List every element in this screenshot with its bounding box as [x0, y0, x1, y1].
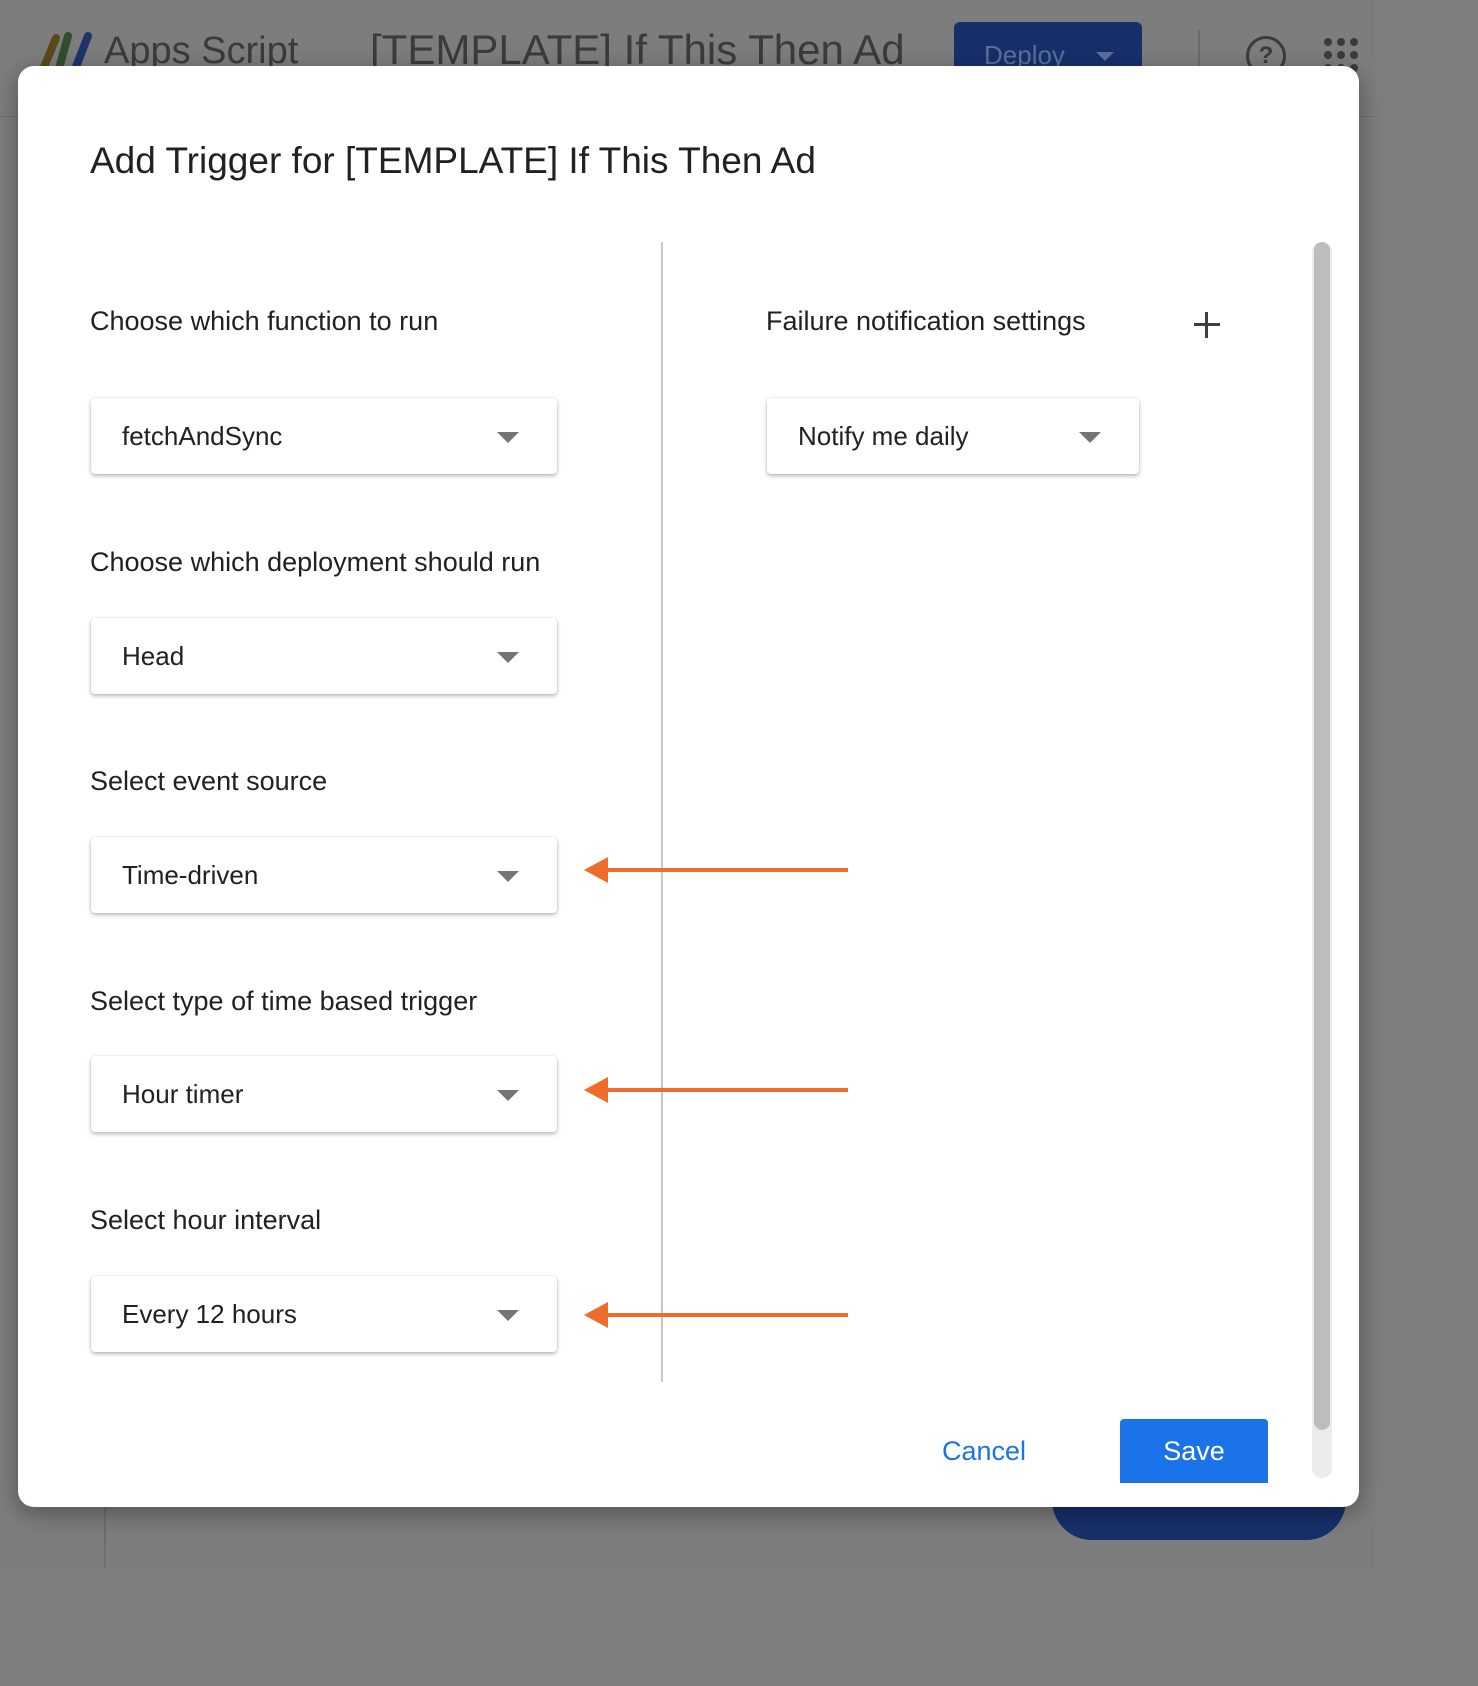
- chevron-down-icon: [497, 432, 519, 443]
- function-select-value: fetchAndSync: [122, 421, 283, 451]
- cancel-button[interactable]: Cancel: [942, 1436, 1026, 1467]
- hour-interval-label: Select hour interval: [90, 1205, 322, 1235]
- save-button-label: Save: [1163, 1436, 1225, 1466]
- event-source-select-value: Time-driven: [122, 860, 259, 890]
- function-select[interactable]: fetchAndSync: [91, 398, 557, 474]
- failure-notification-select[interactable]: Notify me daily: [767, 398, 1139, 474]
- deployment-label: Choose which deployment should run: [90, 547, 541, 577]
- sidebar-edge: [104, 1500, 106, 1568]
- deployment-select-value: Head: [122, 641, 185, 671]
- save-button[interactable]: Save: [1120, 1419, 1268, 1483]
- column-divider: [661, 242, 663, 1382]
- hour-interval-select[interactable]: Every 12 hours: [91, 1276, 557, 1352]
- failure-notification-select-value: Notify me daily: [798, 421, 969, 451]
- annotation-arrow: [584, 1302, 848, 1328]
- plus-icon[interactable]: [1186, 304, 1228, 346]
- time-trigger-label: Select type of time based trigger: [90, 986, 478, 1016]
- chevron-down-icon: [497, 871, 519, 882]
- add-trigger-dialog: Add Trigger for [TEMPLATE] If This Then …: [18, 66, 1359, 1507]
- chevron-down-icon: [497, 1090, 519, 1101]
- hour-interval-select-value: Every 12 hours: [122, 1299, 297, 1329]
- scrollbar-thumb[interactable]: [1314, 242, 1330, 1430]
- event-source-label: Select event source: [90, 766, 328, 796]
- chevron-down-icon: [497, 1310, 519, 1321]
- chevron-down-icon: [1096, 52, 1114, 61]
- failure-notification-label: Failure notification settings: [766, 306, 1086, 336]
- annotation-arrow: [584, 857, 848, 883]
- time-trigger-select[interactable]: Hour timer: [91, 1056, 557, 1132]
- time-trigger-select-value: Hour timer: [122, 1079, 244, 1109]
- chevron-down-icon: [497, 652, 519, 663]
- function-label: Choose which function to run: [90, 306, 439, 336]
- dialog-title: Add Trigger for [TEMPLATE] If This Then …: [90, 140, 816, 181]
- event-source-select[interactable]: Time-driven: [91, 837, 557, 913]
- chevron-down-icon: [1079, 432, 1101, 443]
- deployment-select[interactable]: Head: [91, 618, 557, 694]
- annotation-arrow: [584, 1077, 848, 1103]
